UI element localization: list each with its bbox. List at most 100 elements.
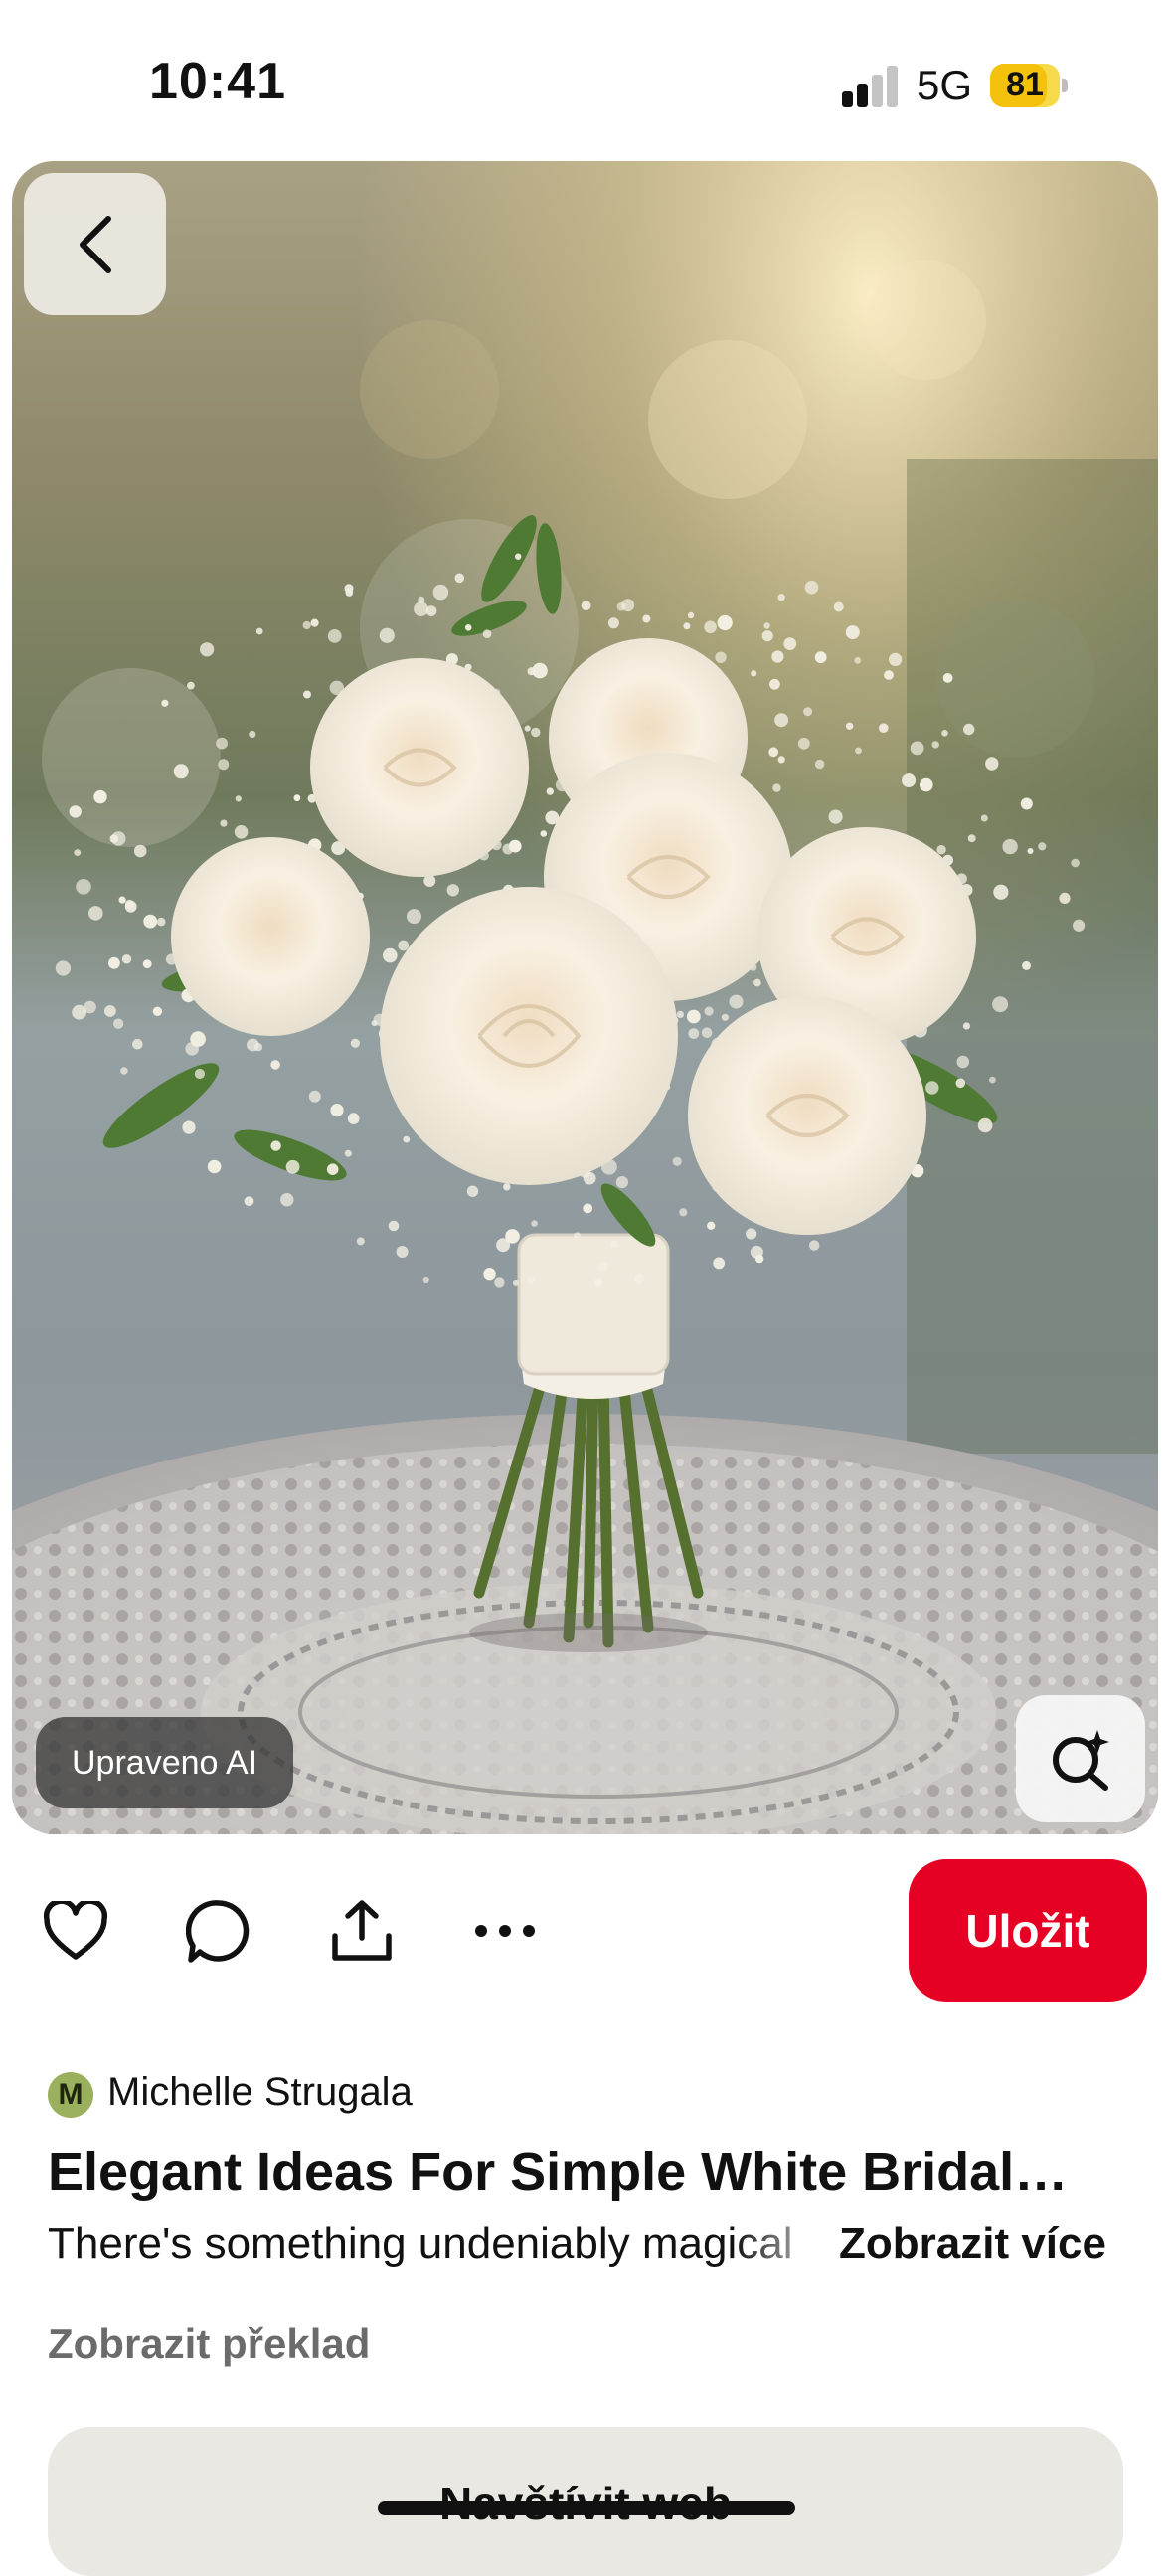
babys-breath-flower	[1020, 797, 1033, 810]
visual-search-icon	[1053, 1730, 1109, 1791]
babys-breath-flower	[989, 1076, 996, 1084]
babys-breath-flower	[432, 584, 449, 601]
babys-breath-flower	[422, 1276, 429, 1284]
babys-breath-flower	[124, 899, 134, 909]
babys-breath-flower	[707, 1221, 716, 1231]
author-avatar[interactable]: M	[48, 2072, 93, 2118]
babys-breath-flower	[244, 1196, 254, 1207]
babys-breath-flower	[249, 730, 256, 739]
ai-modified-badge[interactable]: Upraveno AI	[36, 1717, 294, 1808]
babys-breath-flower	[721, 1013, 730, 1021]
babys-breath-flower	[142, 959, 152, 968]
pin-title: Elegant Ideas For Simple White Bridal…	[48, 2143, 1069, 2202]
back-button[interactable]	[24, 173, 166, 315]
comment-button[interactable]	[183, 1895, 254, 1967]
babys-breath-flower	[464, 624, 472, 631]
babys-breath-flower	[977, 1117, 993, 1133]
babys-breath-flower	[503, 1183, 511, 1191]
show-more-link[interactable]: Zobrazit více	[839, 2219, 1106, 2269]
babys-breath-flower	[855, 747, 862, 755]
babys-breath-flower	[761, 630, 773, 642]
babys-breath-flower	[182, 1120, 196, 1134]
babys-breath-flower	[494, 1277, 505, 1288]
babys-breath-flower	[593, 1278, 603, 1287]
show-translation-link[interactable]: Zobrazit překlad	[48, 2320, 370, 2368]
babys-breath-flower	[527, 1276, 536, 1284]
babys-breath-flower	[330, 1104, 344, 1117]
babys-breath-flower	[234, 825, 249, 839]
babys-breath-flower	[344, 584, 354, 594]
babys-breath-flower	[121, 954, 132, 964]
author-name[interactable]: Michelle Strugala	[107, 2070, 413, 2115]
babys-breath-flower	[751, 670, 757, 677]
pin-image[interactable]	[12, 161, 1158, 1834]
babys-breath-flower	[532, 662, 548, 679]
babys-breath-flower	[396, 1246, 409, 1258]
babys-breath-flower	[496, 1238, 511, 1253]
babys-breath-flower	[253, 1043, 263, 1052]
babys-breath-flower	[610, 1240, 619, 1248]
home-indicator	[378, 2501, 795, 2515]
babys-breath-flower	[302, 620, 311, 630]
babys-breath-flower	[931, 741, 939, 749]
babys-breath-flower	[910, 741, 924, 756]
share-button[interactable]	[326, 1895, 398, 1967]
babys-breath-flower	[828, 809, 843, 824]
share-icon	[332, 1900, 392, 1961]
babys-breath-flower	[133, 844, 147, 858]
babys-breath-flower	[980, 814, 988, 822]
babys-breath-flower	[679, 1208, 688, 1217]
babys-breath-flower	[616, 602, 626, 611]
babys-breath-flower	[797, 737, 810, 750]
babys-breath-flower	[356, 1237, 365, 1246]
babys-breath-flower	[809, 1240, 820, 1251]
babys-breath-flower	[672, 1156, 682, 1166]
babys-breath-flower	[132, 1038, 143, 1050]
babys-breath-flower	[925, 1081, 939, 1095]
babys-breath-flower	[967, 834, 976, 843]
babys-breath-flower	[143, 914, 158, 929]
babys-breath-flower	[704, 1006, 714, 1016]
more-options-button[interactable]	[469, 1895, 541, 1967]
babys-breath-flower	[774, 713, 789, 728]
babys-breath-flower	[108, 956, 120, 969]
babys-breath-flower	[1059, 892, 1071, 905]
babys-breath-flower	[74, 849, 82, 856]
babys-breath-flower	[845, 625, 860, 640]
babys-breath-flower	[173, 764, 189, 779]
babys-breath-flower	[84, 1000, 96, 1014]
babys-breath-flower	[379, 627, 395, 643]
babys-breath-flower	[398, 940, 410, 951]
babys-breath-flower	[763, 622, 770, 629]
visual-search-button[interactable]	[1016, 1695, 1145, 1822]
babys-breath-flower	[187, 681, 195, 690]
babys-breath-flower	[270, 1060, 280, 1070]
babys-breath-flower	[583, 1203, 593, 1214]
babys-breath-flower	[185, 1042, 199, 1056]
babys-breath-flower	[1071, 858, 1080, 868]
babys-breath-flower	[383, 947, 398, 963]
babys-breath-flower	[1073, 919, 1086, 932]
babys-breath-flower	[845, 722, 854, 730]
babys-breath-flower	[814, 651, 827, 664]
like-button[interactable]	[40, 1895, 111, 1967]
babys-breath-flower	[482, 629, 492, 638]
babys-breath-flower	[344, 1149, 352, 1157]
babys-breath-flower	[76, 879, 91, 895]
babys-breath-flower	[686, 1009, 701, 1024]
babys-breath-flower	[104, 1005, 116, 1017]
babys-breath-flower	[879, 723, 889, 733]
babys-breath-flower	[607, 617, 619, 629]
babys-breath-flower	[1038, 842, 1047, 851]
babys-breath-flower	[303, 690, 311, 699]
babys-breath-flower	[814, 759, 825, 770]
babys-breath-flower	[750, 1245, 763, 1259]
babys-breath-flower	[615, 1176, 629, 1189]
babys-breath-flower	[803, 707, 813, 717]
babys-breath-flower	[889, 652, 903, 666]
babys-breath-flower	[956, 1055, 970, 1069]
save-button[interactable]: Uložit	[909, 1859, 1147, 2002]
babys-breath-flower	[717, 614, 733, 631]
babys-breath-flower	[772, 783, 781, 792]
babys-breath-flower	[118, 896, 126, 904]
